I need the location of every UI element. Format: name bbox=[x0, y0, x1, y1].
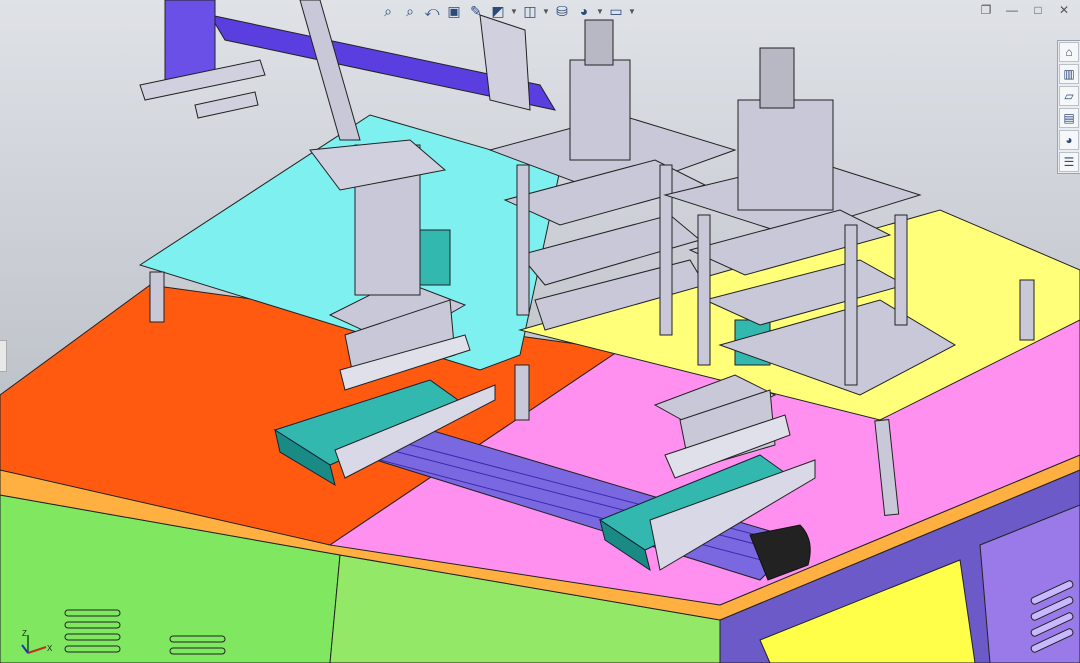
cad-viewport[interactable] bbox=[0, 0, 1080, 663]
view-settings-icon[interactable]: ▭ bbox=[606, 1, 626, 21]
zoom-to-fit-icon[interactable]: ⌕ bbox=[378, 1, 398, 21]
apply-scene-icon[interactable]: ◕ bbox=[574, 1, 594, 21]
reference-triad: Z X bbox=[18, 627, 58, 657]
previous-view-icon[interactable]: ⤺ bbox=[422, 1, 442, 21]
zoom-to-area-icon[interactable]: ⌕ bbox=[400, 1, 420, 21]
maximize-icon[interactable]: □ bbox=[1030, 2, 1046, 18]
display-style-icon[interactable]: ◩ bbox=[488, 1, 508, 21]
edit-appearance-icon[interactable]: ⛁ bbox=[552, 1, 572, 21]
minimize-icon[interactable]: — bbox=[1004, 2, 1020, 18]
triad-x-label: X bbox=[47, 644, 53, 653]
task-pane-tabs: ⌂ ▥ ▱ ▤ ◕ ☰ bbox=[1057, 40, 1080, 174]
section-view-icon[interactable]: ▣ bbox=[444, 1, 464, 21]
restore-icon[interactable]: ❐ bbox=[978, 2, 994, 18]
close-icon[interactable]: ✕ bbox=[1056, 2, 1072, 18]
chevron-down-icon[interactable]: ▼ bbox=[542, 7, 550, 16]
file-explorer-icon[interactable]: ▱ bbox=[1059, 86, 1079, 106]
view-palette-icon[interactable]: ▤ bbox=[1059, 108, 1079, 128]
triad-z-label: Z bbox=[22, 629, 27, 638]
window-controls: ❐ — □ ✕ bbox=[978, 2, 1072, 18]
chevron-down-icon[interactable]: ▼ bbox=[628, 7, 636, 16]
chevron-down-icon[interactable]: ▼ bbox=[596, 7, 604, 16]
chevron-down-icon[interactable]: ▼ bbox=[510, 7, 518, 16]
panel-collapse-handle[interactable] bbox=[0, 340, 7, 372]
view-orientation-icon[interactable]: ✎ bbox=[466, 1, 486, 21]
hide-show-items-icon[interactable]: ◫ bbox=[520, 1, 540, 21]
custom-properties-icon[interactable]: ☰ bbox=[1059, 152, 1079, 172]
heads-up-view-toolbar: ⌕ ⌕ ⤺ ▣ ✎ ◩ ▼ ◫ ▼ ⛁ ◕ ▼ ▭ ▼ bbox=[378, 0, 636, 22]
assembly-model bbox=[0, 0, 1080, 663]
home-icon[interactable]: ⌂ bbox=[1059, 42, 1079, 62]
appearances-icon[interactable]: ◕ bbox=[1059, 130, 1079, 150]
design-library-icon[interactable]: ▥ bbox=[1059, 64, 1079, 84]
